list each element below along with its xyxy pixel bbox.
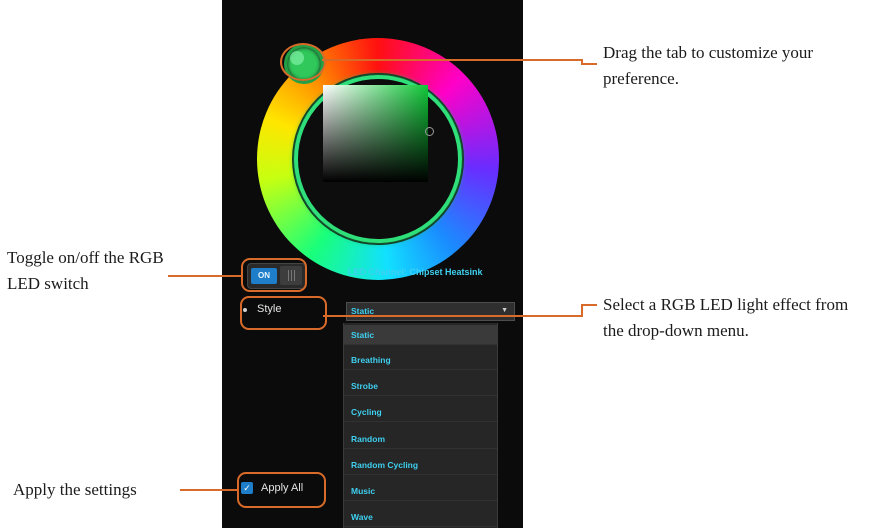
callout-select-effect bbox=[323, 304, 597, 317]
callout-lines bbox=[168, 59, 597, 491]
callout-drag-tab bbox=[322, 59, 597, 65]
